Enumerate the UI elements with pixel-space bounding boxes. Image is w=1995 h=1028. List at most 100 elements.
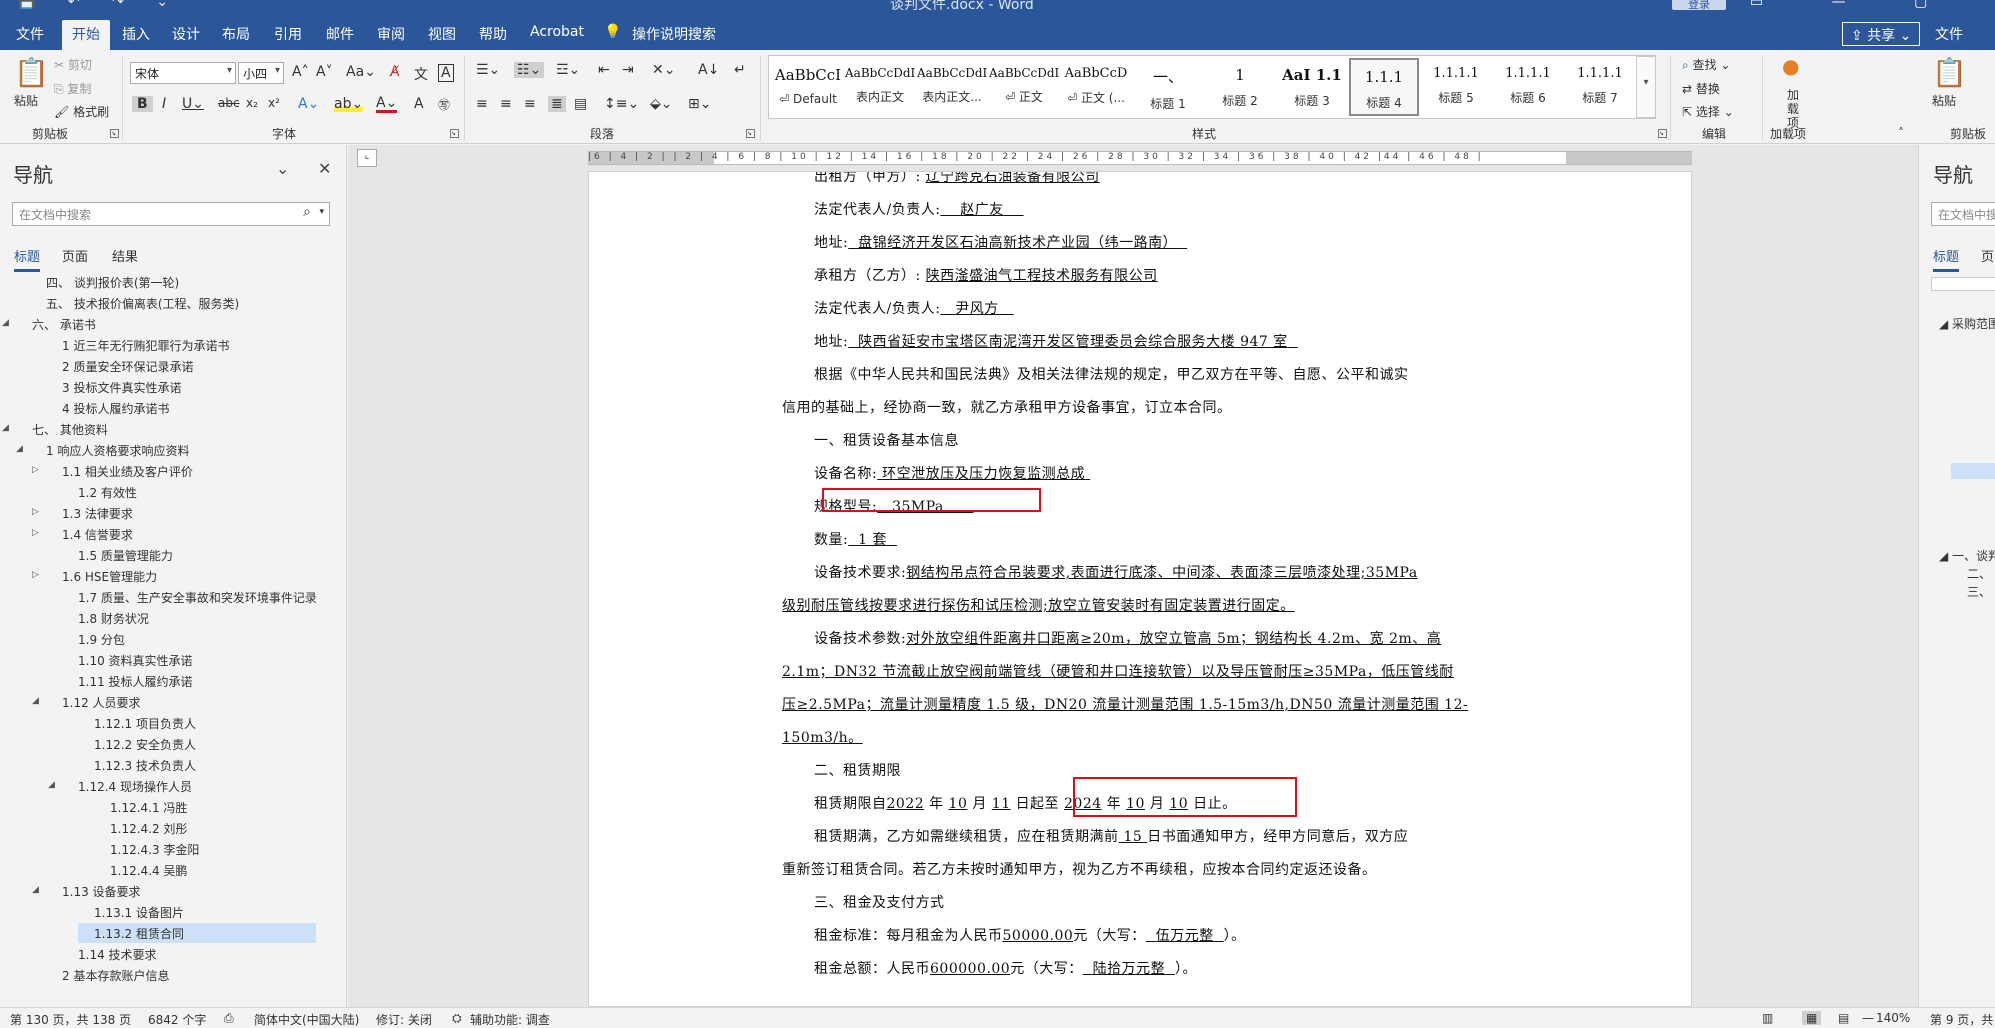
right-nav-search-input[interactable]: 在文档中搜 [1931, 202, 1995, 226]
expand-arrow-icon[interactable]: ▷ [32, 465, 39, 475]
status-zoom[interactable]: 140% [1876, 1011, 1910, 1025]
select-button[interactable]: ⇱ 选择 ⌄ [1682, 103, 1734, 120]
font-name-box[interactable]: 宋体 ▾ [130, 62, 236, 84]
bullets-icon[interactable]: ☰⌄ [476, 62, 500, 78]
quick-access-toolbar[interactable]: 💾 ↶ ↷ ⌄ [18, 0, 182, 10]
right-nav-selected-row[interactable] [1951, 463, 1995, 479]
paste-button-right[interactable]: 粘贴 [1932, 92, 1956, 109]
close-icon[interactable]: ✕ [318, 159, 331, 178]
cut-button[interactable]: ✂ 剪切 [54, 56, 92, 73]
style-heading-4[interactable]: 1.1.1 标题 4 [1349, 58, 1419, 116]
asian-layout-icon[interactable]: ✕⌄ [652, 62, 675, 78]
window-controls[interactable]: ▭ — ▢ ✕ [1750, 0, 1995, 10]
style-heading-5[interactable]: 1.1.1.1 标题 5 [1421, 58, 1491, 116]
nav-tree-item[interactable]: 1.8 财务状况 [0, 608, 330, 628]
style-heading-3[interactable]: AaI 1.1 标题 3 [1277, 58, 1347, 116]
decrease-indent-icon[interactable]: ⇤ [598, 62, 610, 78]
style-heading-7[interactable]: 1.1.1.1 标题 7 [1565, 58, 1635, 116]
shading-icon[interactable]: ⬙⌄ [650, 96, 673, 112]
tab-design[interactable]: 设计 [172, 24, 200, 44]
nav-tab-pages[interactable]: 页面 [62, 246, 88, 265]
nav-tree-item[interactable]: ◢ 1.12 人员要求 [0, 692, 330, 712]
tab-file-right[interactable]: 文件 [1935, 24, 1963, 44]
expand-arrow-icon[interactable]: ▷ [32, 528, 39, 538]
italic-icon[interactable]: I [162, 96, 166, 112]
align-left-icon[interactable]: ≡ [476, 96, 488, 112]
paste-icon-right[interactable]: 📋 [1932, 56, 1967, 89]
right-nav-item[interactable]: ◢ 采购范围 [1939, 315, 1995, 332]
find-button[interactable]: ⌕ 查找 ⌄ [1682, 56, 1730, 73]
nav-tree-item[interactable]: 1.10 资料真实性承诺 [0, 650, 330, 670]
nav-tree-item[interactable]: ▷ 1.4 信誉要求 [0, 524, 330, 544]
search-icon[interactable]: ⌕ [303, 204, 311, 220]
right-nav-item[interactable]: ◢ 一、谈判 [1939, 547, 1995, 564]
nav-tree-item[interactable]: 1.12.4.3 李金阳 [0, 839, 330, 859]
status-word-count[interactable]: 6842 个字 [148, 1011, 206, 1028]
text-effects-icon[interactable]: A⌄ [298, 96, 319, 112]
right-nav-tab-pages[interactable]: 页 [1981, 246, 1994, 265]
nav-search-input[interactable]: 在文档中搜索 ⌕ ▾ [12, 202, 330, 226]
nav-tree-item[interactable]: 1.11 投标人履约承诺 [0, 671, 330, 691]
collapse-arrow-icon[interactable]: ◢ [2, 423, 9, 433]
clear-formatting-icon[interactable]: A̸ [390, 64, 400, 80]
format-painter-button[interactable]: 🖌 格式刷 [54, 103, 109, 120]
nav-tree-item[interactable]: ▷ 1.1 相关业绩及客户评价 [0, 461, 330, 481]
nav-tree-item[interactable]: 1.12.2 安全负责人 [0, 734, 330, 754]
align-right-icon[interactable]: ≡ [524, 96, 536, 112]
grow-font-icon[interactable]: A˄ [292, 64, 309, 80]
paste-button[interactable]: 粘贴 [14, 92, 38, 109]
styles-more-button[interactable]: ▾ [1636, 56, 1656, 118]
nav-tree-item[interactable]: ◢ 七、 其他资料 [0, 419, 330, 439]
style-normal-2[interactable]: AaBbCcD ⏎ 正文 (... [1061, 58, 1131, 116]
style-heading-6[interactable]: 1.1.1.1 标题 6 [1493, 58, 1563, 116]
addins-icon[interactable]: ● [1782, 54, 1799, 78]
nav-tab-headings[interactable]: 标题 [14, 246, 41, 272]
enclosed-char-icon[interactable]: ㊢ [438, 96, 450, 113]
nav-tree-item[interactable]: ▷ 1.6 HSE管理能力 [0, 566, 330, 586]
addins-button[interactable]: 加载项 [1782, 88, 1804, 130]
chevron-down-icon[interactable]: ⌄ [276, 159, 289, 178]
nav-tree-item[interactable]: ◢ 1 响应人资格要求响应资料 [0, 440, 330, 460]
show-marks-icon[interactable]: ↵ [734, 62, 746, 78]
style-heading-1[interactable]: 一、 标题 1 [1133, 58, 1203, 116]
tab-file[interactable]: 文件 [16, 24, 44, 44]
tab-view[interactable]: 视图 [428, 24, 456, 44]
nav-tree-item[interactable]: 2 基本存款账户信息 [0, 965, 330, 985]
collapse-ribbon-icon[interactable]: ˄ [1898, 126, 1904, 140]
print-layout-icon[interactable]: ▦ [1802, 1011, 1822, 1025]
share-button[interactable]: ⇪ 共享 ⌄ [1842, 22, 1921, 46]
strikethrough-icon[interactable]: abc [218, 96, 240, 110]
status-track-changes[interactable]: 修订: 关闭 [376, 1011, 432, 1028]
style-table-body-2[interactable]: AaBbCcDdI 表内正文... [917, 58, 987, 116]
char-shading-icon[interactable]: A [414, 96, 424, 112]
style-normal[interactable]: AaBbCcDdI ⏎ 正文 [989, 58, 1059, 116]
login-button[interactable]: 登录 [1672, 0, 1726, 10]
phonetic-guide-icon[interactable]: 文 [414, 64, 428, 84]
nav-tree-item[interactable]: 2 质量安全环保记录承诺 [0, 356, 330, 376]
copy-button[interactable]: ⎘ 复制 [54, 80, 91, 97]
status-page-right[interactable]: 第 9 页，共 [1930, 1011, 1993, 1028]
tab-home[interactable]: 开始 [62, 20, 110, 50]
status-accessibility[interactable]: 辅助功能: 调查 [470, 1011, 550, 1028]
nav-tree-item[interactable]: 1.14 技术要求 [0, 944, 330, 964]
style-heading-2[interactable]: 1 标题 2 [1205, 58, 1275, 116]
nav-tree-item[interactable]: ▷ 1.3 法律要求 [0, 503, 330, 523]
bold-icon[interactable]: B [132, 96, 153, 112]
nav-tree-item[interactable]: 1.2 有效性 [0, 482, 330, 502]
expand-arrow-icon[interactable]: ▷ [32, 507, 39, 517]
nav-tree-item[interactable]: 3 投标文件真实性承诺 [0, 377, 330, 397]
paragraph-launcher-icon[interactable]: ↘ [746, 129, 755, 138]
collapse-arrow-icon[interactable]: ◢ [48, 780, 55, 790]
char-border-icon[interactable]: A [438, 64, 454, 82]
multilevel-list-icon[interactable]: ☲⌄ [556, 62, 580, 78]
justify-icon[interactable]: ≣ [548, 96, 566, 112]
collapse-arrow-icon[interactable]: ◢ [16, 444, 23, 454]
numbering-icon[interactable]: ☷⌄ [514, 62, 545, 78]
nav-tree-item[interactable]: 四、 谈判报价表(第一轮) [0, 272, 330, 292]
collapse-arrow-icon[interactable]: ◢ [2, 318, 9, 328]
expand-arrow-icon[interactable]: ▷ [32, 570, 39, 580]
right-nav-item[interactable]: 二、 [1967, 565, 1991, 582]
tab-references[interactable]: 引用 [274, 24, 302, 44]
web-layout-icon[interactable]: ▤ [1838, 1011, 1849, 1025]
style-default[interactable]: AaBbCcI ⏎ Default [773, 58, 843, 116]
